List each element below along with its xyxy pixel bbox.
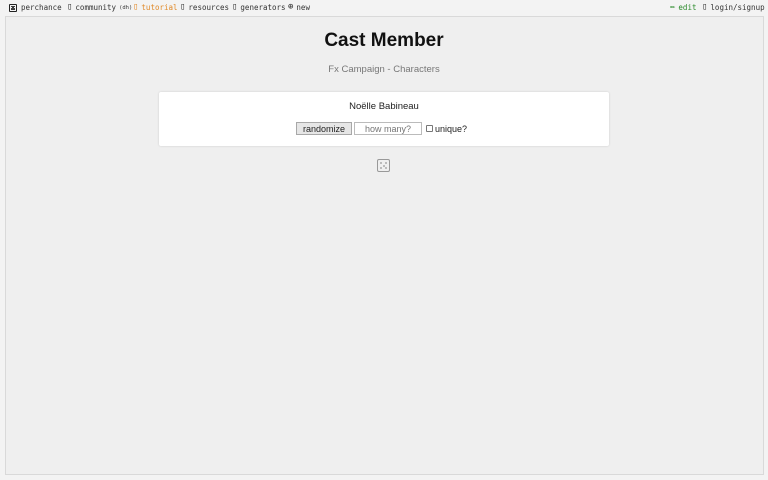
nav-generators-link[interactable]: ▯ generators xyxy=(232,2,286,13)
plus-circle-icon: ⊕ xyxy=(288,2,294,12)
nav-login-link[interactable]: ▯ login/signup xyxy=(702,2,765,13)
generated-output: Noëlle Babineau xyxy=(349,101,419,112)
list-icon: ▯ xyxy=(232,2,238,12)
top-nav: perchance ▯ community (dh) ▯ tutorial ▯ … xyxy=(0,0,768,16)
user-icon: ▯ xyxy=(702,2,708,12)
output-card: Noëlle Babineau randomize unique? xyxy=(159,92,609,146)
pencil-icon: ✏ xyxy=(670,2,676,12)
book-icon: ▯ xyxy=(133,2,139,12)
dice-icon xyxy=(377,159,390,172)
dice-icon xyxy=(9,3,17,12)
nav-generators-label: generators xyxy=(240,3,286,12)
controls-row: randomize unique? xyxy=(296,122,467,135)
nav-tutorial-link[interactable]: ▯ tutorial xyxy=(133,2,178,13)
page-subtitle: Fx Campaign - Characters xyxy=(328,64,440,75)
page-title: Cast Member xyxy=(324,30,444,51)
nav-perchance-link[interactable]: perchance xyxy=(9,3,62,12)
nav-edit-link[interactable]: ✏ edit xyxy=(670,2,697,13)
generator-frame xyxy=(5,16,764,475)
unique-label: unique? xyxy=(435,123,468,134)
nav-tutorial-label: tutorial xyxy=(141,3,178,12)
chat-icon: ▯ xyxy=(67,2,73,12)
nav-resources-label: resources xyxy=(188,3,230,12)
community-badge: (dh) xyxy=(119,4,133,11)
nav-community-link[interactable]: ▯ community (dh) xyxy=(67,2,133,13)
nav-community-label: community xyxy=(75,3,117,12)
randomize-button[interactable]: randomize xyxy=(296,122,353,135)
nav-resources-link[interactable]: ▯ resources xyxy=(180,2,230,13)
nav-new-label: new xyxy=(296,3,310,12)
count-input[interactable] xyxy=(354,122,423,135)
nav-login-label: login/signup xyxy=(710,3,765,12)
nav-edit-label: edit xyxy=(678,3,697,12)
book-icon: ▯ xyxy=(180,2,186,12)
nav-perchance-label: perchance xyxy=(21,3,62,12)
unique-checkbox[interactable] xyxy=(426,125,434,132)
nav-new-link[interactable]: ⊕ new xyxy=(288,2,310,13)
